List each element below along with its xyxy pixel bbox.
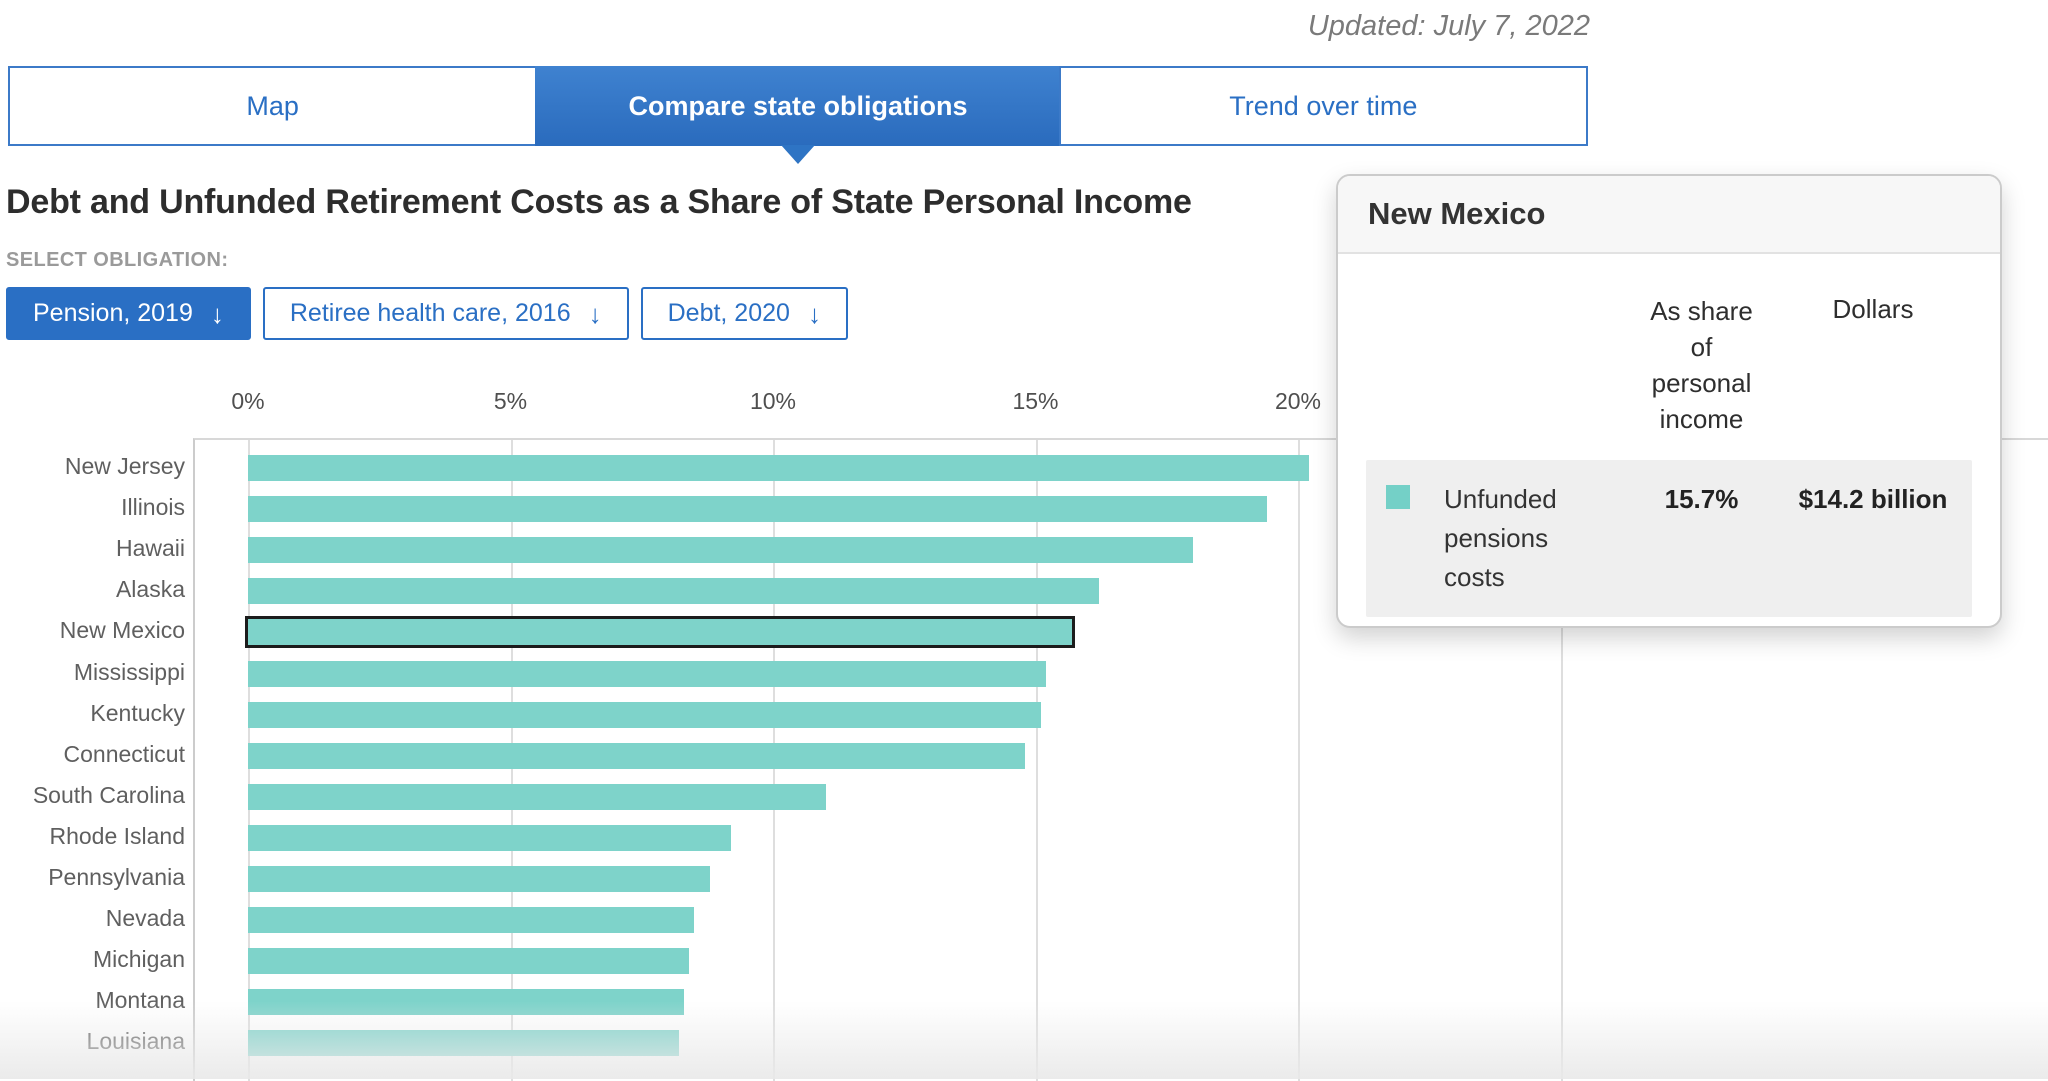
tooltip-col-header-dollars: Dollars: [1794, 294, 1952, 438]
bar-illinois[interactable]: [248, 496, 1267, 522]
category-label-kentucky: Kentucky: [0, 698, 185, 728]
bar-pennsylvania[interactable]: [248, 866, 710, 892]
bar-kentucky[interactable]: [248, 702, 1041, 728]
bar-new-mexico[interactable]: [245, 616, 1075, 648]
category-label-nevada: Nevada: [0, 903, 185, 933]
category-label-alaska: Alaska: [0, 574, 185, 604]
arrow-down-icon: ↓: [211, 301, 224, 327]
retiree-health-care-2016-button[interactable]: Retiree health care, 2016 ↓: [263, 287, 629, 340]
debt-2020-button[interactable]: Debt, 2020 ↓: [641, 287, 848, 340]
tab-compare-state-obligations[interactable]: Compare state obligations: [535, 66, 1060, 146]
category-label-new-jersey: New Jersey: [0, 451, 185, 481]
arrow-down-icon: ↓: [589, 301, 602, 327]
tooltip-swatch-cell: [1386, 480, 1444, 597]
tooltip-new-mexico: New Mexico As share of personal income D…: [1336, 174, 2002, 628]
category-label-south-carolina: South Carolina: [0, 780, 185, 810]
x-tick-label: 20%: [1275, 388, 1321, 415]
category-label-pennsylvania: Pennsylvania: [0, 862, 185, 892]
category-label-mississippi: Mississippi: [0, 657, 185, 687]
tooltip-dollars-value: $14.2 billion: [1794, 480, 1952, 597]
tooltip-body: As share of personal income Dollars Unfu…: [1338, 294, 2000, 617]
bar-mississippi[interactable]: [248, 661, 1046, 687]
tooltip-column-headers: As share of personal income Dollars: [1366, 294, 1972, 438]
category-label-montana: Montana: [0, 985, 185, 1015]
bar-south-carolina[interactable]: [248, 784, 826, 810]
x-tick-label: 15%: [1012, 388, 1058, 415]
category-label-illinois: Illinois: [0, 492, 185, 522]
bar-michigan[interactable]: [248, 948, 689, 974]
bar-new-jersey[interactable]: [248, 455, 1309, 481]
x-tick-label: 10%: [750, 388, 796, 415]
bar-hawaii[interactable]: [248, 537, 1193, 563]
updated-date: Updated: July 7, 2022: [1308, 10, 1590, 43]
category-label-louisiana: Louisiana: [0, 1026, 185, 1056]
category-label-new-mexico: New Mexico: [0, 615, 185, 645]
category-labels: New Jersey Illinois Hawaii Alaska New Mexico…: [0, 0, 185, 1079]
tooltip-col-header-share: As share of personal income: [1609, 294, 1794, 438]
x-tick-label: 5%: [494, 388, 527, 415]
bar-montana[interactable]: [248, 989, 684, 1015]
category-label-connecticut: Connecticut: [0, 739, 185, 769]
arrow-down-icon: ↓: [808, 301, 821, 327]
bar-rhode-island[interactable]: [248, 825, 731, 851]
bar-connecticut[interactable]: [248, 743, 1025, 769]
tab-bar: Map Compare state obligations Trend over…: [8, 66, 1588, 146]
tooltip-title: New Mexico: [1338, 176, 2000, 254]
tooltip-data-row: Unfunded pensions costs 15.7% $14.2 bill…: [1366, 460, 1972, 617]
tooltip-share-value: 15.7%: [1609, 480, 1794, 597]
tab-trend-over-time[interactable]: Trend over time: [1059, 66, 1588, 146]
retiree-health-care-2016-label: Retiree health care, 2016: [290, 299, 571, 328]
category-label-michigan: Michigan: [0, 944, 185, 974]
gridline: [1298, 440, 1300, 1081]
category-label-rhode-island: Rhode Island: [0, 821, 185, 851]
gridline: [1036, 440, 1038, 1081]
bar-louisiana[interactable]: [248, 1030, 679, 1056]
tooltip-series-label: Unfunded pensions costs: [1444, 480, 1609, 597]
category-label-hawaii: Hawaii: [0, 533, 185, 563]
active-tab-pointer-icon: [781, 145, 815, 164]
series-swatch-icon: [1386, 485, 1410, 509]
bar-nevada[interactable]: [248, 907, 694, 933]
x-tick-label: 0%: [231, 388, 264, 415]
debt-2020-label: Debt, 2020: [668, 299, 790, 328]
bar-alaska[interactable]: [248, 578, 1099, 604]
